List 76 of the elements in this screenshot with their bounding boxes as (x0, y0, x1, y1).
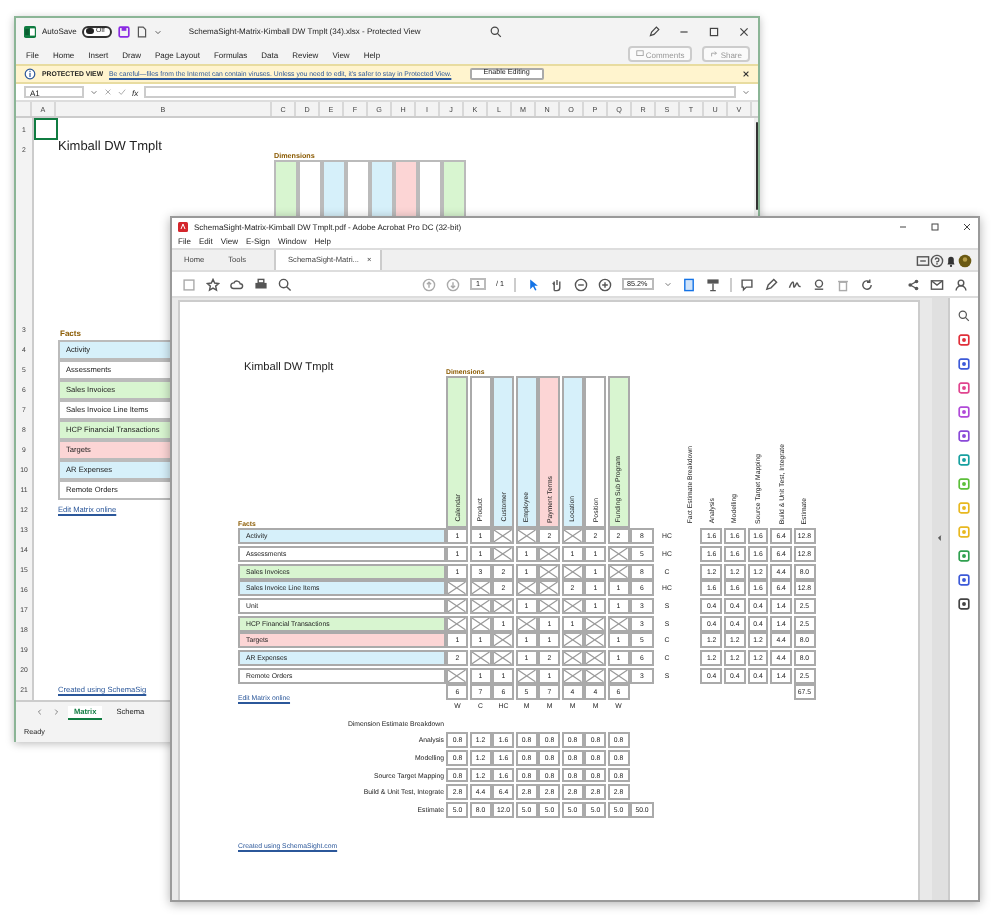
crossed-cell (469, 580, 492, 597)
crossed-cell (469, 649, 492, 666)
check-icon[interactable] (118, 88, 126, 96)
maximize-icon[interactable] (930, 221, 940, 231)
save-icon[interactable] (118, 25, 131, 37)
search-icon[interactable] (278, 277, 292, 291)
crossed-cell (561, 563, 584, 580)
crossed-cell (515, 528, 538, 545)
mail-icon[interactable] (930, 277, 944, 291)
person-icon[interactable] (954, 277, 968, 291)
crossed-cell (607, 667, 630, 684)
crossed-cell (584, 667, 607, 684)
bell-icon[interactable] (944, 253, 958, 267)
crossed-cell (584, 632, 607, 649)
screen-share-icon[interactable] (916, 253, 930, 267)
scrollbar-thumb[interactable] (755, 122, 757, 210)
comment-icon (635, 49, 644, 57)
search-icon[interactable] (958, 310, 970, 322)
pdf-app-icon (178, 221, 188, 231)
maximize-icon[interactable] (708, 25, 720, 37)
page-view-icon[interactable] (681, 277, 696, 291)
crossed-cell (561, 667, 584, 684)
star-icon[interactable] (206, 277, 220, 291)
crossed-cell (446, 580, 469, 597)
comment-icon[interactable] (740, 277, 755, 291)
crossed-cell (492, 649, 515, 666)
refresh-icon[interactable] (860, 277, 875, 291)
tool-icon[interactable] (958, 574, 970, 586)
tool-icon[interactable] (958, 334, 970, 346)
zoom-out-icon[interactable] (573, 277, 587, 291)
document-icon[interactable] (136, 25, 149, 37)
crossed-cell (515, 615, 538, 632)
info-icon (24, 68, 36, 80)
crossed-cell (515, 580, 538, 597)
crossed-cell (446, 667, 469, 684)
crossed-cell (538, 563, 561, 580)
signature-icon[interactable] (788, 277, 803, 291)
share-icon[interactable] (906, 277, 920, 291)
crossed-cell (561, 632, 584, 649)
crossed-cell (607, 615, 630, 632)
cloud-icon[interactable] (230, 277, 244, 291)
formula-field[interactable] (144, 86, 736, 98)
crossed-cell (538, 580, 561, 597)
crossed-cell (561, 528, 584, 545)
tool-icon[interactable] (958, 598, 970, 610)
presentation-icon[interactable] (705, 277, 720, 291)
pen-icon[interactable] (764, 277, 779, 291)
crossed-cell (584, 649, 607, 666)
tool-icon[interactable] (958, 430, 970, 442)
help-icon[interactable] (930, 253, 944, 267)
minimize-icon[interactable] (678, 25, 690, 37)
search-icon[interactable] (490, 25, 502, 37)
close-icon[interactable] (742, 70, 750, 78)
crossed-cell (515, 667, 538, 684)
minimize-icon[interactable] (898, 221, 908, 231)
avatar-icon[interactable] (958, 253, 972, 267)
tool-icon[interactable] (958, 406, 970, 418)
close-icon[interactable] (738, 25, 750, 37)
crossed-cell (492, 528, 515, 545)
cursor-arrow-icon[interactable] (525, 277, 539, 291)
stamp-icon[interactable] (812, 277, 827, 291)
tool-icon[interactable] (958, 358, 970, 370)
share-icon (710, 49, 719, 57)
pen-icon[interactable] (648, 25, 660, 37)
spreadsheet-app-icon (24, 25, 36, 37)
crossed-cell (561, 649, 584, 666)
zoom-in-icon[interactable] (597, 277, 611, 291)
close-icon[interactable] (962, 221, 972, 231)
crossed-cell (469, 615, 492, 632)
crossed-cell (607, 563, 630, 580)
crossed-cell (446, 615, 469, 632)
selected-cell (34, 118, 58, 140)
hand-icon[interactable] (549, 277, 563, 291)
crossed-cell (492, 632, 515, 649)
crossed-cell (584, 615, 607, 632)
print-icon[interactable] (254, 277, 268, 291)
